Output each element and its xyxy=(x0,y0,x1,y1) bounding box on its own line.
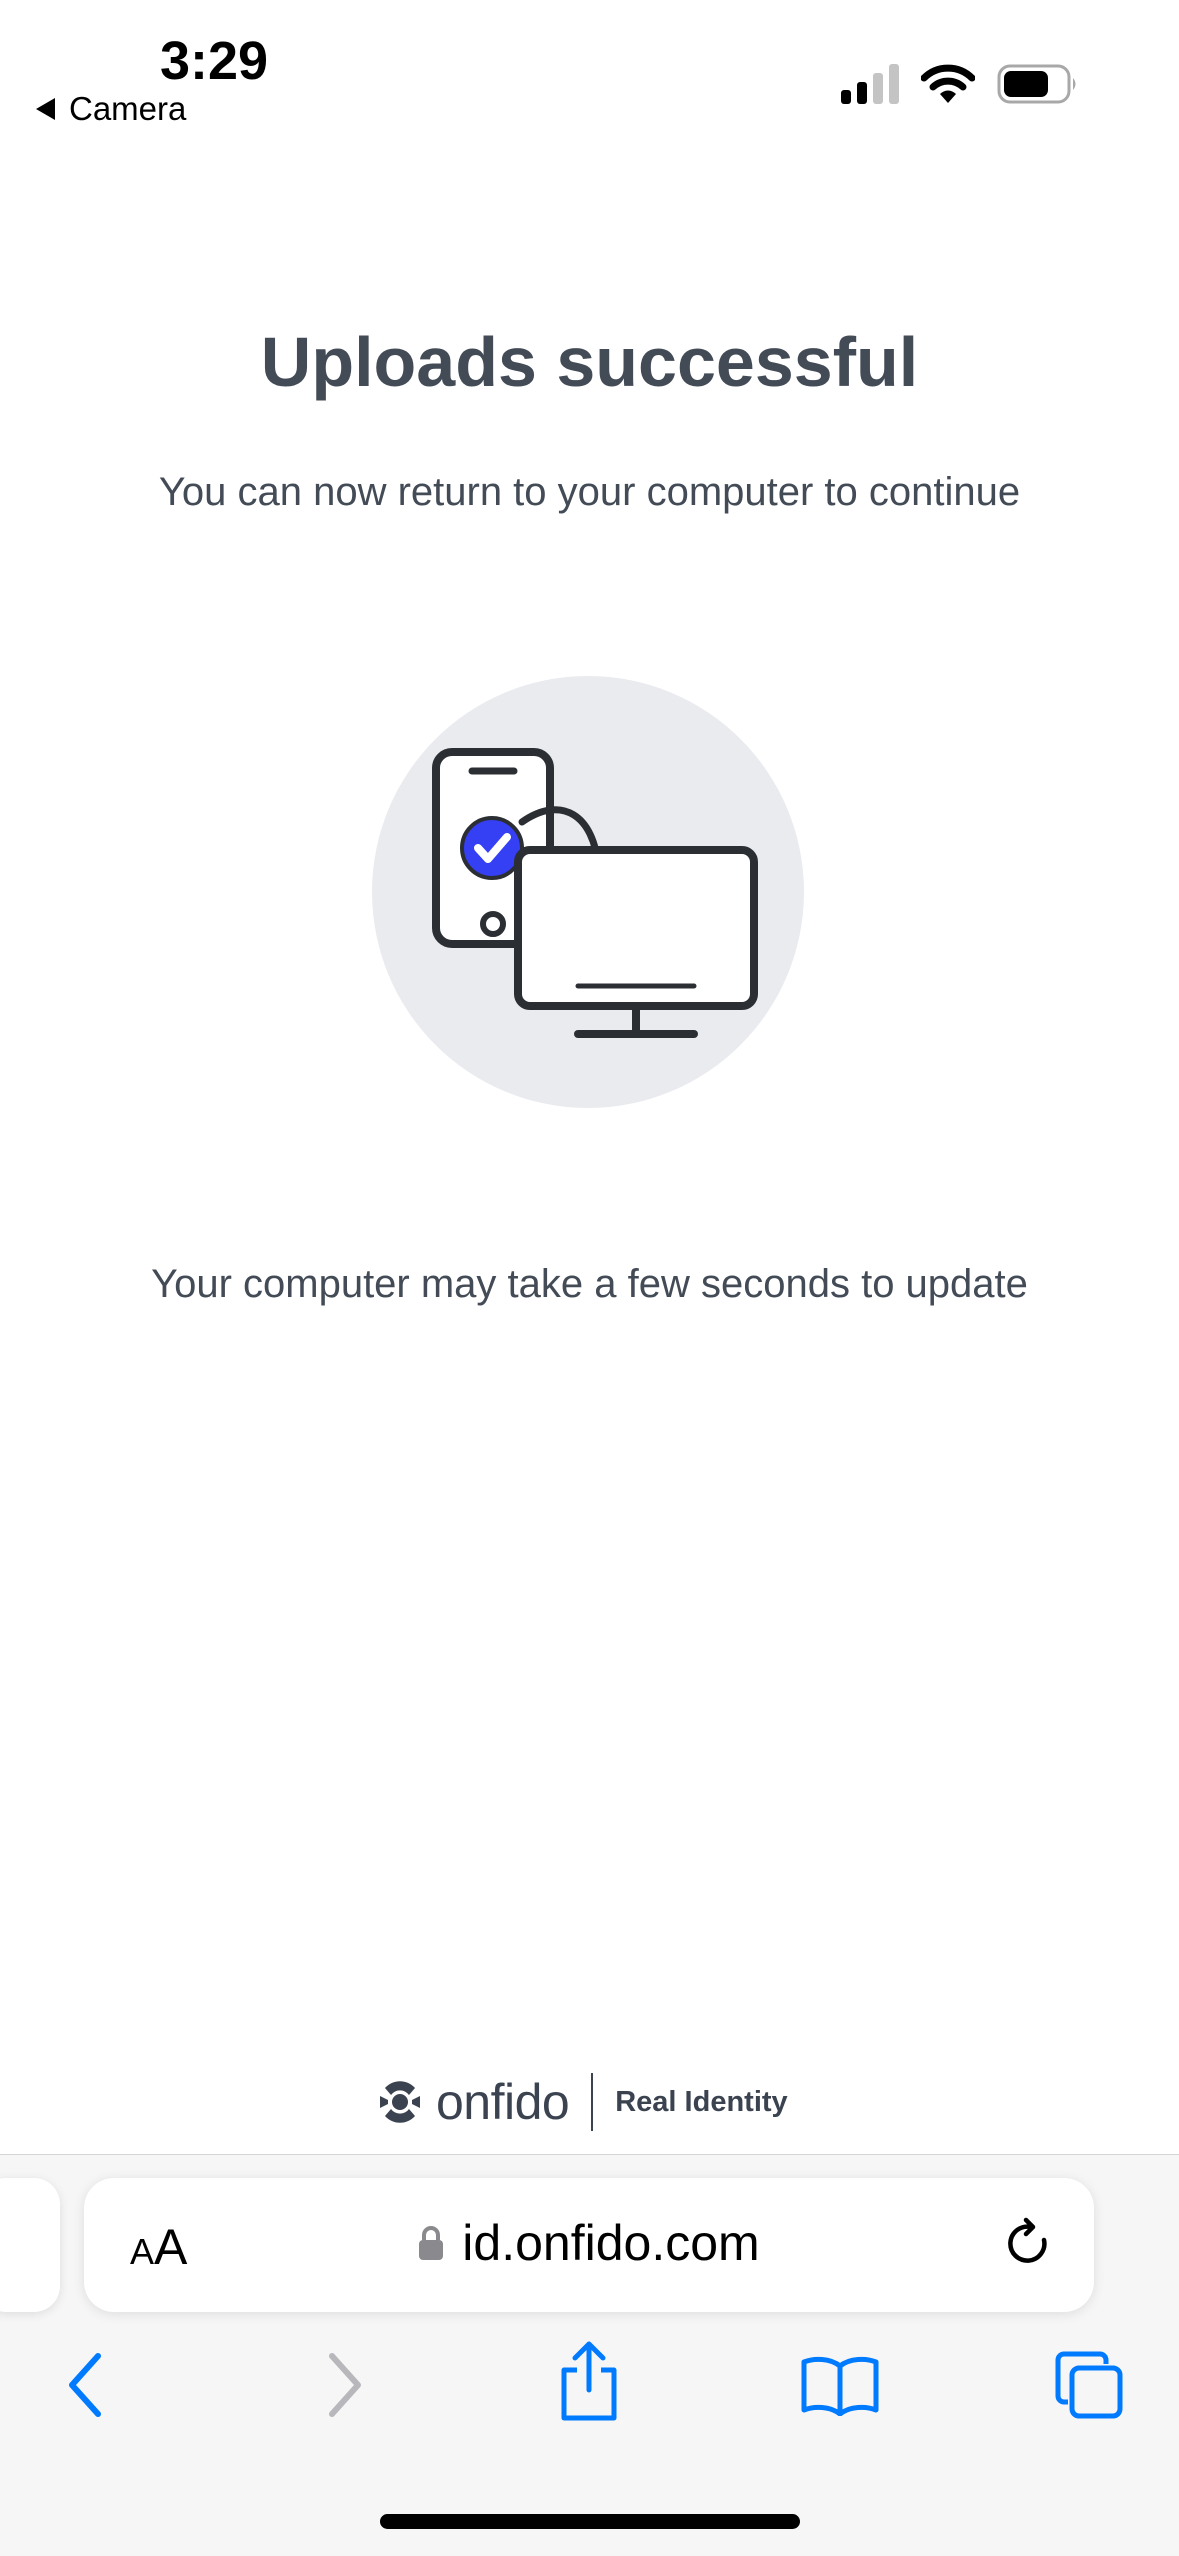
status-time: 3:29 xyxy=(160,31,269,91)
lock-icon xyxy=(419,2226,444,2260)
back-icon[interactable] xyxy=(62,2348,112,2422)
address-center: id.onfido.com xyxy=(84,2214,1094,2272)
onfido-brand: onfido Real Identity xyxy=(376,2072,788,2132)
reload-icon[interactable] xyxy=(1004,2214,1058,2274)
phone-to-computer-transfer-icon xyxy=(372,676,804,1108)
update-note: Your computer may take a few seconds to … xyxy=(151,1262,1028,1306)
monitor-shape xyxy=(514,846,758,1010)
onfido-logo-icon xyxy=(380,2081,420,2123)
tabs-icon[interactable] xyxy=(1054,2350,1124,2420)
forward-icon[interactable] xyxy=(318,2348,368,2422)
brand-name: onfido xyxy=(436,2074,570,2130)
check-badge-icon xyxy=(460,816,524,880)
page-title: Uploads successful xyxy=(260,323,919,401)
brand-tagline: Real Identity xyxy=(615,2085,788,2118)
brand-divider xyxy=(591,2073,594,2131)
back-app-label: Camera xyxy=(69,90,187,127)
page-subtitle: You can now return to your computer to c… xyxy=(158,470,1021,514)
share-icon[interactable] xyxy=(556,2340,622,2424)
bookmarks-icon[interactable] xyxy=(800,2354,880,2416)
address-bar[interactable]: AA id.onfido.com xyxy=(84,2178,1094,2312)
status-icons xyxy=(841,64,1079,104)
home-indicator[interactable] xyxy=(380,2514,800,2529)
back-triangle-icon xyxy=(36,98,55,120)
cellular-signal-icon xyxy=(841,64,899,104)
back-to-app-button[interactable]: Camera xyxy=(36,90,186,128)
wifi-icon xyxy=(921,64,975,103)
battery-icon xyxy=(997,64,1076,104)
url-text: id.onfido.com xyxy=(462,2215,760,2271)
previous-tab-preview[interactable] xyxy=(0,2178,60,2312)
